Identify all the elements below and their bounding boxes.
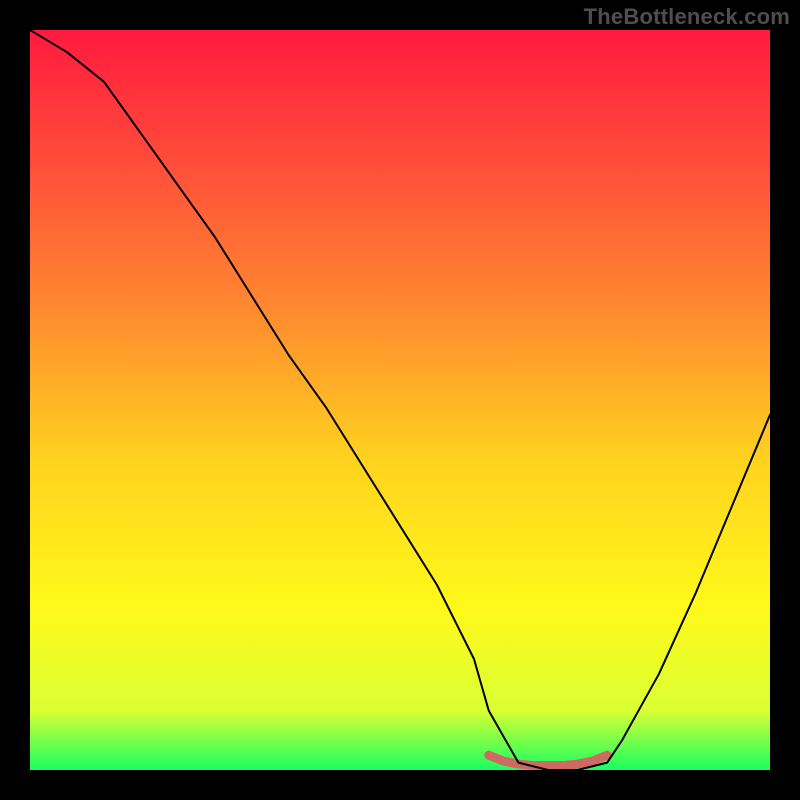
plot-area — [30, 30, 770, 770]
gradient-background — [30, 30, 770, 770]
chart-frame: TheBottleneck.com — [0, 0, 800, 800]
watermark-text: TheBottleneck.com — [584, 4, 790, 30]
chart-svg — [30, 30, 770, 770]
